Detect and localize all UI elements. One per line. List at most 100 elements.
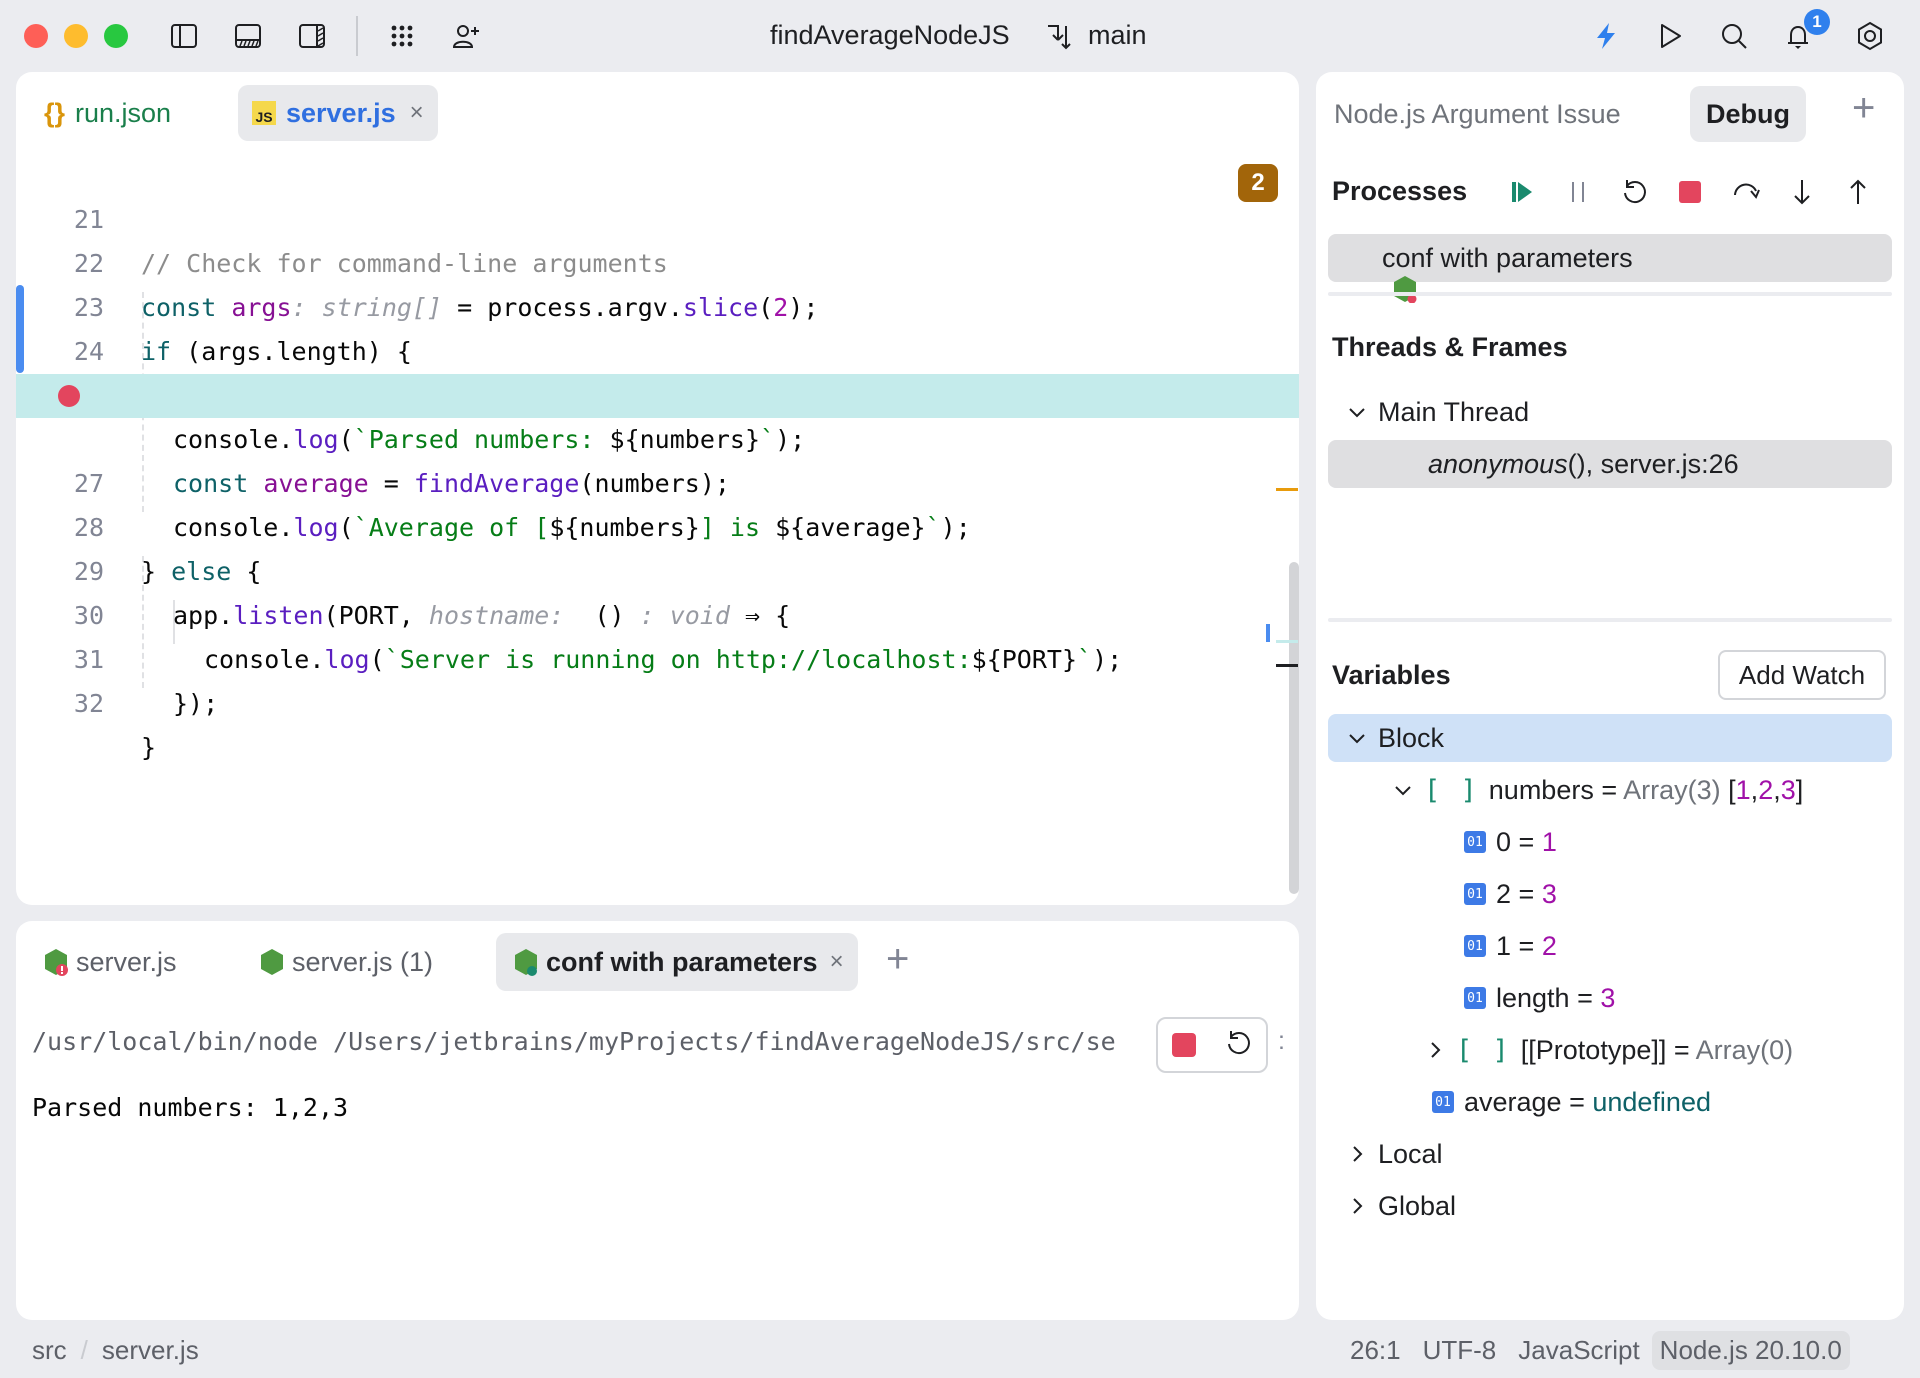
nodejs-interpreter[interactable]: Node.js 20.10.0	[1651, 1330, 1850, 1370]
change-stripe-mark[interactable]	[1266, 624, 1270, 642]
breakpoint-icon[interactable]	[58, 385, 80, 407]
scope-block[interactable]: Block	[1346, 714, 1444, 762]
variable-numbers[interactable]: [ ] numbers = Array(3) [1,2,3]	[1392, 766, 1803, 814]
equals-sign: =	[1561, 1086, 1593, 1117]
code-line[interactable]: 31 });	[16, 594, 1299, 718]
toggle-bottom-panel-icon[interactable]	[230, 18, 266, 54]
variable-item[interactable]: 01 2 = 3	[1464, 870, 1557, 918]
breadcrumb: src / server.js	[32, 1322, 199, 1378]
chevron-down-icon[interactable]	[1346, 401, 1368, 423]
variable-item[interactable]: 01 0 = 1	[1464, 818, 1557, 866]
run-tab-server-js-1[interactable]: server.js (1)	[242, 933, 447, 991]
nodejs-running-icon	[514, 948, 538, 976]
settings-gear-icon[interactable]	[1852, 18, 1888, 54]
run-icon[interactable]	[1652, 18, 1688, 54]
close-window-button[interactable]	[24, 24, 48, 48]
warning-stripe-mark[interactable]	[1276, 488, 1298, 491]
more-overflow-icon[interactable]: :	[1278, 1027, 1285, 1056]
add-tab-icon[interactable]: +	[1852, 86, 1875, 131]
toggle-right-panel-icon[interactable]	[294, 18, 330, 54]
variable-value: 2	[1541, 930, 1557, 961]
console-actions-toolbar	[1156, 1017, 1268, 1073]
nodejs-icon	[260, 948, 284, 976]
variable-value: Array(0)	[1695, 1034, 1794, 1065]
editor-vertical-scrollbar[interactable]	[1289, 562, 1299, 894]
step-out-icon[interactable]	[1838, 172, 1878, 212]
code-line[interactable]: 29 app.listen(PORT, hostname: () : void …	[16, 506, 1299, 630]
power-save-lightning-icon[interactable]	[1588, 18, 1624, 54]
number-type-icon: 01	[1432, 1091, 1454, 1113]
stop-icon[interactable]	[1670, 172, 1710, 212]
number-type-icon: 01	[1464, 935, 1486, 957]
stop-icon[interactable]	[1171, 1033, 1196, 1057]
add-user-icon[interactable]	[448, 18, 484, 54]
chevron-down-icon[interactable]	[1346, 727, 1368, 749]
close-tab-icon[interactable]: ×	[830, 948, 844, 976]
code-line[interactable]: 32 }	[16, 638, 1299, 762]
resume-icon[interactable]	[1502, 172, 1542, 212]
frame-item[interactable]: anonymous(), server.js:26	[1428, 440, 1739, 488]
chevron-down-icon[interactable]	[1392, 779, 1414, 801]
project-name[interactable]: findAverageNodeJS	[770, 20, 1010, 51]
code-line[interactable]: 25 console.log(`Parsed numbers: ${number…	[16, 330, 1299, 454]
maximize-window-button[interactable]	[104, 24, 128, 48]
run-console-panel: server.js server.js (1) conf with parame…	[16, 921, 1299, 1320]
notification-count-badge: 1	[1804, 9, 1830, 35]
tab-debug[interactable]: Debug	[1690, 86, 1806, 142]
run-tab-conf-with-parameters[interactable]: conf with parameters ×	[496, 933, 858, 991]
rerun-icon[interactable]	[1614, 172, 1654, 212]
file-language[interactable]: JavaScript	[1518, 1335, 1639, 1366]
minimize-window-button[interactable]	[64, 24, 88, 48]
run-tab-server-js[interactable]: server.js	[26, 933, 191, 991]
breadcrumb-item[interactable]: src	[32, 1335, 67, 1366]
comma: ,	[1773, 774, 1781, 805]
search-icon[interactable]	[1716, 18, 1752, 54]
git-branch-name[interactable]: main	[1088, 20, 1147, 51]
chevron-right-icon[interactable]	[1424, 1039, 1446, 1061]
code-line-current-execution[interactable]: const average = findAverage(numbers);	[16, 374, 1299, 498]
variable-name: [[Prototype]]	[1520, 1034, 1667, 1065]
breadcrumb-item[interactable]: server.js	[102, 1335, 199, 1366]
apps-grid-icon[interactable]	[384, 18, 420, 54]
tab-run-json[interactable]: {} run.json	[30, 85, 185, 141]
variables-title: Variables	[1332, 660, 1451, 690]
code-line[interactable]: 28 } else {	[16, 462, 1299, 586]
code-line[interactable]: 23 if (args.length) {	[16, 242, 1299, 366]
equals-sign: =	[1511, 878, 1542, 909]
code-line[interactable]: 27 console.log(`Average of [${numbers}] …	[16, 418, 1299, 542]
nodejs-debug-icon	[1348, 244, 1417, 304]
code-line[interactable]: 24 const numbers: number[] = args[0].spl…	[16, 286, 1299, 410]
variable-item[interactable]: 01 1 = 2	[1464, 922, 1557, 970]
array-icon: [ ]	[1456, 1034, 1511, 1066]
step-over-icon[interactable]	[1726, 172, 1766, 212]
line-number[interactable]: 32	[40, 682, 104, 726]
caret-position[interactable]: 26:1	[1350, 1335, 1401, 1366]
processes-title: Processes	[1332, 176, 1468, 206]
tab-nodejs-argument-issue[interactable]: Node.js Argument Issue	[1334, 86, 1621, 142]
code-token: });	[173, 689, 219, 718]
rerun-icon[interactable]	[1223, 1028, 1253, 1063]
chevron-right-icon[interactable]	[1346, 1143, 1368, 1165]
git-branch-icon	[1044, 20, 1074, 52]
code-line[interactable]: 30 console.log(`Server is running on htt…	[16, 550, 1299, 674]
file-encoding[interactable]: UTF-8	[1423, 1335, 1497, 1366]
toggle-left-panel-icon[interactable]	[166, 18, 202, 54]
variable-item[interactable]: 01 length = 3	[1464, 974, 1615, 1022]
add-watch-button[interactable]: Add Watch	[1718, 650, 1886, 700]
pause-icon[interactable]	[1558, 172, 1598, 212]
close-tab-icon[interactable]: ×	[410, 99, 424, 127]
add-tab-icon[interactable]: +	[886, 937, 909, 982]
code-line[interactable]: 22 const args: string[] = process.argv.s…	[16, 198, 1299, 322]
variable-average[interactable]: 01 average = undefined	[1432, 1078, 1711, 1126]
chevron-right-icon[interactable]	[1346, 1195, 1368, 1217]
process-item-row[interactable]: conf with parameters	[1348, 234, 1633, 304]
code-line[interactable]: 21 // Check for command-line arguments	[16, 154, 1299, 278]
tab-server-js[interactable]: JS server.js ×	[238, 85, 438, 141]
step-into-icon[interactable]	[1782, 172, 1822, 212]
tab-label: server.js	[286, 97, 396, 128]
thread-item[interactable]: Main Thread	[1346, 388, 1529, 436]
section-divider	[1328, 618, 1892, 622]
scope-local[interactable]: Local	[1346, 1130, 1443, 1178]
scope-global[interactable]: Global	[1346, 1182, 1456, 1230]
variable-prototype[interactable]: [ ] [[Prototype]] = Array(0)	[1424, 1026, 1793, 1074]
